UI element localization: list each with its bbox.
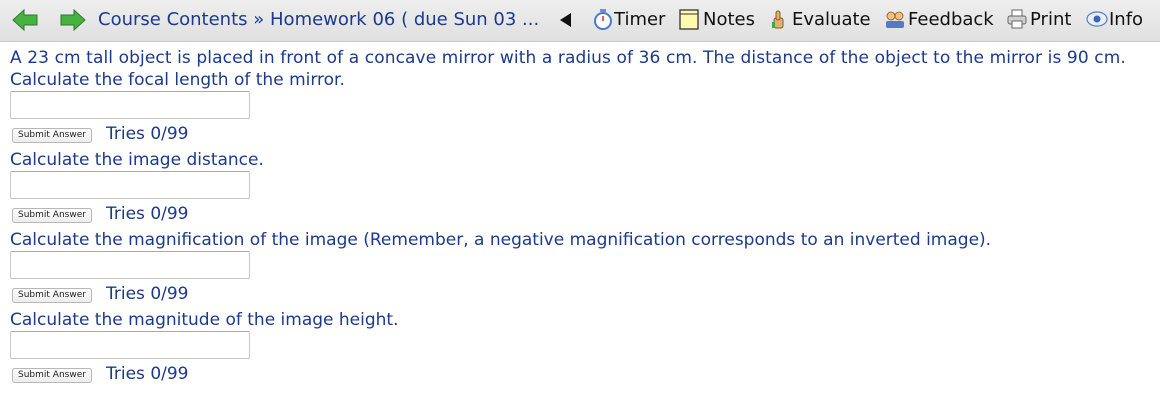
evaluate-button[interactable]: Evaluate bbox=[767, 8, 875, 32]
problem-part-2: Calculate the image distance. Submit Ans… bbox=[10, 149, 1150, 229]
submit-row: Submit Answer Tries 0/99 bbox=[10, 283, 1150, 309]
print-label: Print bbox=[1030, 9, 1072, 30]
question-text: Calculate the magnitude of the image hei… bbox=[10, 310, 399, 330]
notepad-icon bbox=[679, 9, 699, 30]
thumbs-up-icon bbox=[772, 10, 784, 29]
timer-label: Timer bbox=[614, 9, 666, 30]
tries-counter: Tries 0/99 bbox=[106, 364, 189, 384]
problem-part-1: Calculate the focal length of the mirror… bbox=[10, 69, 1150, 149]
collapse-triangle-icon[interactable] bbox=[560, 13, 571, 27]
submit-row: Submit Answer Tries 0/99 bbox=[10, 123, 1150, 149]
tries-counter: Tries 0/99 bbox=[106, 284, 189, 304]
breadcrumb-current-page[interactable]: Homework 06 ( due Sun 03 ... bbox=[270, 9, 539, 30]
feedback-people-icon bbox=[886, 11, 904, 28]
top-toolbar: Course Contents » Homework 06 ( due Sun … bbox=[0, 0, 1160, 42]
answer-input[interactable] bbox=[10, 331, 250, 359]
left-arrow-icon[interactable] bbox=[12, 9, 38, 31]
evaluate-label: Evaluate bbox=[792, 9, 871, 30]
info-label: Info bbox=[1109, 9, 1144, 30]
stopwatch-icon bbox=[594, 9, 612, 30]
notes-label: Notes bbox=[703, 9, 755, 30]
notes-button[interactable]: Notes bbox=[678, 8, 758, 32]
submit-answer-button[interactable]: Submit Answer bbox=[12, 368, 92, 383]
submit-answer-button[interactable]: Submit Answer bbox=[12, 208, 92, 223]
question-text: Calculate the magnification of the image… bbox=[10, 230, 992, 250]
printer-icon bbox=[1007, 9, 1027, 29]
submit-answer-button[interactable]: Submit Answer bbox=[12, 288, 92, 303]
submit-answer-button[interactable]: Submit Answer bbox=[12, 128, 92, 143]
problem-statement: A 23 cm tall object is placed in front o… bbox=[10, 48, 1126, 68]
answer-input[interactable] bbox=[10, 251, 250, 279]
problem-part-4: Calculate the magnitude of the image hei… bbox=[10, 309, 1150, 389]
breadcrumb-course-contents[interactable]: Course Contents bbox=[98, 9, 248, 30]
feedback-label: Feedback bbox=[908, 9, 994, 30]
feedback-button[interactable]: Feedback bbox=[884, 8, 996, 32]
question-text: Calculate the focal length of the mirror… bbox=[10, 70, 345, 90]
timer-button[interactable]: Timer bbox=[592, 8, 668, 32]
print-button[interactable]: Print bbox=[1006, 8, 1076, 32]
breadcrumb-separator: » bbox=[253, 9, 265, 30]
problem-content: A 23 cm tall object is placed in front o… bbox=[10, 47, 1150, 389]
right-arrow-icon[interactable] bbox=[60, 9, 86, 31]
submit-row: Submit Answer Tries 0/99 bbox=[10, 203, 1150, 229]
info-eye-icon bbox=[1086, 11, 1108, 27]
info-button[interactable]: Info bbox=[1086, 8, 1150, 32]
submit-row: Submit Answer Tries 0/99 bbox=[10, 363, 1150, 389]
question-text: Calculate the image distance. bbox=[10, 150, 264, 170]
tries-counter: Tries 0/99 bbox=[106, 204, 189, 224]
answer-input[interactable] bbox=[10, 91, 250, 119]
tries-counter: Tries 0/99 bbox=[106, 124, 189, 144]
answer-input[interactable] bbox=[10, 171, 250, 199]
breadcrumb: Course Contents » Homework 06 ( due Sun … bbox=[98, 9, 539, 31]
problem-part-3: Calculate the magnification of the image… bbox=[10, 229, 1150, 309]
